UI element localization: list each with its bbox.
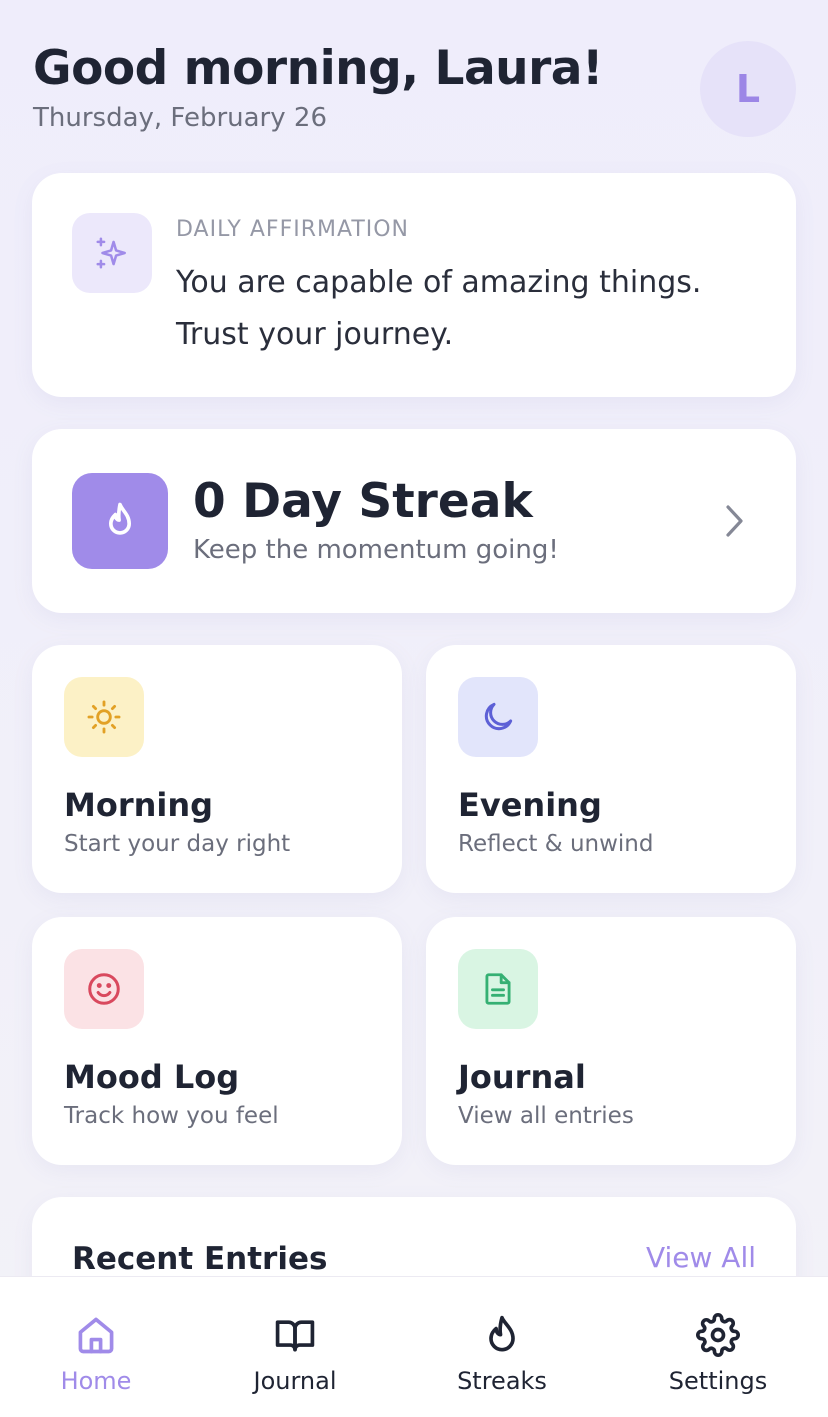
tile-title: Mood Log [64,1058,240,1096]
view-all-link[interactable]: View All [646,1241,756,1274]
tab-journal[interactable]: Journal [215,1313,375,1395]
streak-title: 0 Day Streak [193,474,533,529]
tile-title: Morning [64,786,214,824]
book-icon [273,1313,317,1357]
current-date: Thursday, February 26 [33,103,327,133]
smile-icon [64,949,144,1029]
tab-label: Journal [253,1367,337,1395]
streak-card[interactable]: 0 Day Streak Keep the momentum going! [32,429,796,613]
affirmation-label: DAILY AFFIRMATION [176,217,410,242]
home-icon [74,1313,118,1357]
affirmation-text: You are capable of amazing things. Trust… [176,265,702,352]
sun-icon [64,677,144,757]
sparkles-icon [72,213,152,293]
tile-subtitle: Reflect & unwind [458,831,654,857]
tab-label: Streaks [457,1367,547,1395]
greeting-title: Good morning, Laura! [33,41,603,96]
tab-settings[interactable]: Settings [638,1313,798,1395]
tile-subtitle: Start your day right [64,831,291,857]
affirmation-card: DAILY AFFIRMATION You are capable of ama… [32,173,796,397]
tile-subtitle: Track how you feel [64,1103,279,1129]
tab-home[interactable]: Home [16,1313,176,1395]
tile-title: Evening [458,786,602,824]
tab-streaks[interactable]: Streaks [422,1313,582,1395]
tab-label: Settings [668,1367,768,1395]
tile-morning[interactable]: Morning Start your day right [32,645,402,893]
header: Good morning, Laura! Thursday, February … [33,40,796,140]
home-screen: Good morning, Laura! Thursday, February … [0,0,828,1417]
flame-icon [480,1313,524,1357]
tab-label: Home [60,1367,132,1395]
tile-journal[interactable]: Journal View all entries [426,917,796,1165]
chevron-right-icon [724,503,746,543]
recent-entries-title: Recent Entries [72,1241,328,1277]
tile-subtitle: View all entries [458,1103,634,1129]
gear-icon [696,1313,740,1357]
tile-evening[interactable]: Evening Reflect & unwind [426,645,796,893]
flame-icon [72,473,168,569]
tile-title: Journal [458,1058,586,1096]
streak-subtitle: Keep the momentum going! [193,535,559,565]
avatar[interactable]: L [700,41,796,137]
bottom-tab-bar: Home Journal Streaks Settings [0,1276,828,1417]
moon-icon [458,677,538,757]
tile-mood-log[interactable]: Mood Log Track how you feel [32,917,402,1165]
document-icon [458,949,538,1029]
